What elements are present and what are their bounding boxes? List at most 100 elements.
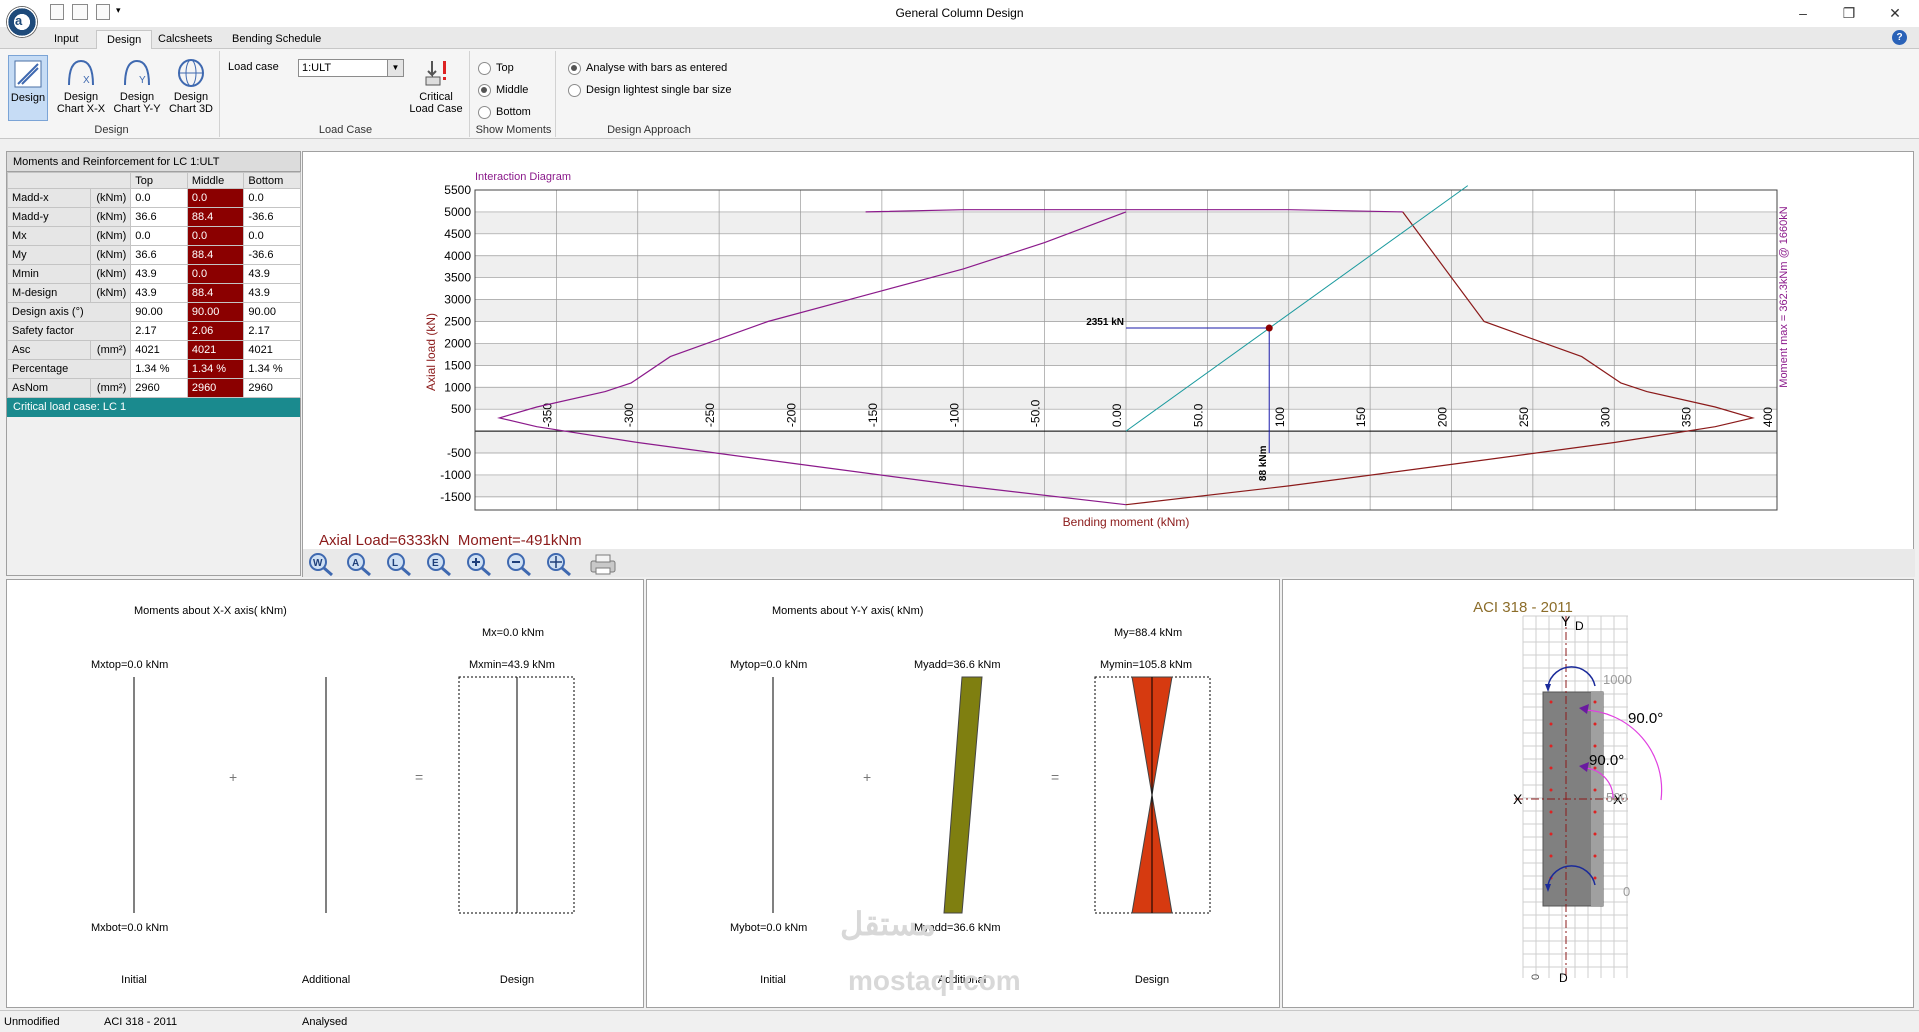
print-icon[interactable] bbox=[587, 552, 619, 576]
minimize-icon[interactable]: – bbox=[1788, 2, 1818, 24]
svg-text:L: L bbox=[392, 558, 398, 569]
svg-text:A: A bbox=[352, 558, 359, 569]
design-button[interactable]: Design bbox=[8, 55, 48, 121]
design-chart-yy-button[interactable]: Y Design Chart Y-Y bbox=[110, 55, 164, 121]
rebar-dot bbox=[1549, 832, 1553, 836]
table-header-row: Top Middle Bottom bbox=[6, 172, 301, 189]
x-tick-label: -150 bbox=[866, 403, 880, 427]
tab-design[interactable]: Design bbox=[96, 30, 153, 49]
restore-icon[interactable]: ❐ bbox=[1834, 2, 1864, 24]
design-approach-group: Analyse with bars as entered Design ligh… bbox=[558, 51, 740, 137]
chart-3d-icon bbox=[178, 59, 204, 87]
critical-load-case-row[interactable]: Critical load case: LC 1 bbox=[7, 398, 300, 417]
pan-icon[interactable] bbox=[545, 552, 573, 576]
rebar-dot bbox=[1593, 832, 1597, 836]
chart-yy-icon: Y bbox=[124, 59, 150, 86]
title-bar: a ▾ General Column Design – ❐ ✕ bbox=[0, 0, 1919, 38]
load-case-group: Load case 1:ULT ▼ Critical Load Case Loa… bbox=[222, 51, 470, 137]
y-tick-label: 1500 bbox=[444, 358, 471, 372]
section-panel: ACI 318 - 2011 Y D X X 1000 500 0 0 D 90… bbox=[1282, 579, 1914, 1008]
status-modified: Unmodified bbox=[4, 1016, 60, 1028]
help-icon[interactable]: ? bbox=[1892, 30, 1907, 45]
table-row: My (kNm) 36.6 88.4 -36.6 bbox=[7, 245, 301, 265]
chevron-down-icon[interactable]: ▼ bbox=[387, 60, 403, 76]
y-tick-label: 4000 bbox=[444, 249, 471, 263]
radio-analyse-bars[interactable]: Analyse with bars as entered bbox=[568, 61, 727, 75]
interaction-diagram[interactable]: Interaction Diagram -350 -300 -250 -200 -150… bbox=[303, 152, 1915, 532]
y-tick-label: 3000 bbox=[444, 293, 471, 307]
x-tick-label: 150 bbox=[1354, 407, 1368, 427]
header-middle: Middle bbox=[186, 172, 245, 189]
svg-text:X: X bbox=[83, 75, 90, 86]
yy-initial-top: Mytop=0.0 kNm bbox=[730, 659, 807, 671]
yy-additional-shape bbox=[943, 676, 983, 914]
design-point-y-label: 2351 kN bbox=[1086, 317, 1124, 328]
zoom-axial-icon[interactable]: A bbox=[345, 552, 373, 576]
x-tick-label: -350 bbox=[540, 403, 554, 427]
table-row: Mmin (kNm) 43.9 0.0 43.9 bbox=[7, 264, 301, 284]
header-bottom: Bottom bbox=[243, 172, 301, 189]
zoom-load-icon[interactable]: L bbox=[385, 552, 413, 576]
x-tick-label: -200 bbox=[785, 403, 799, 427]
xx-initial-top: Mxtop=0.0 kNm bbox=[91, 659, 168, 671]
zoom-width-icon[interactable]: W bbox=[307, 552, 335, 576]
tab-calcsheets[interactable]: Calcsheets bbox=[148, 30, 222, 49]
rebar-dot bbox=[1593, 722, 1597, 726]
x-tick-label: 400 bbox=[1761, 407, 1775, 427]
y-tick-label: 3500 bbox=[444, 271, 471, 285]
radio-top[interactable]: Top bbox=[478, 61, 514, 75]
rebar-dot bbox=[1549, 788, 1553, 792]
zoom-in-icon[interactable] bbox=[465, 552, 493, 576]
design-point-x-label: 88 kNm bbox=[1258, 445, 1269, 481]
svg-text:Y: Y bbox=[139, 75, 146, 86]
xx-label-initial: Initial bbox=[121, 974, 147, 986]
yy-design-min: Mymin=105.8 kNm bbox=[1100, 659, 1192, 671]
table-row: Mx (kNm) 0.0 0.0 0.0 bbox=[7, 226, 301, 246]
app-logo-icon[interactable]: a bbox=[6, 6, 38, 38]
column-section-diagram[interactable]: ACI 318 - 2011 Y D X X 1000 500 0 0 D 90… bbox=[1283, 580, 1913, 1007]
rebar-dot bbox=[1593, 700, 1597, 704]
section-code-label: ACI 318 - 2011 bbox=[1473, 599, 1573, 616]
tab-input[interactable]: Input bbox=[44, 30, 88, 49]
design-chart-3d-button[interactable]: Design Chart 3D bbox=[164, 55, 218, 121]
radio-middle[interactable]: Middle bbox=[478, 83, 528, 97]
axial-load-readout: Axial Load=6333kN Moment=-491kNm bbox=[319, 532, 582, 549]
yy-label-design: Design bbox=[1135, 974, 1169, 986]
yy-design-top: My=88.4 kNm bbox=[1114, 627, 1182, 639]
design-group: Design X Design Chart X-X Y Design Chart… bbox=[4, 51, 220, 137]
design-chart-xx-button[interactable]: X Design Chart X-X bbox=[54, 55, 108, 121]
critical-load-case-button[interactable]: Critical Load Case bbox=[408, 55, 464, 121]
chart-xx-icon: X bbox=[68, 59, 94, 86]
x-tick-label: 300 bbox=[1598, 407, 1612, 427]
status-result: Analysed bbox=[302, 1016, 348, 1028]
radio-bottom[interactable]: Bottom bbox=[478, 105, 531, 119]
y-tick-label: 1000 bbox=[444, 380, 471, 394]
radio-design-lightest[interactable]: Design lightest single bar size bbox=[568, 83, 732, 97]
moments-xx-diagram: Moments about X-X axis( kNm) Mxtop=0.0 k… bbox=[91, 605, 575, 986]
moments-yy-panel: Moments about Y-Y axis( kNm) Mytop=0.0 k… bbox=[646, 579, 1280, 1008]
bottom-marker: D bbox=[1559, 971, 1568, 985]
rebar-dot bbox=[1549, 700, 1553, 704]
critical-load-case-icon bbox=[425, 61, 446, 86]
zoom-extents-icon[interactable]: E bbox=[425, 552, 453, 576]
moments-yy-diagram: Moments about Y-Y axis( kNm) Mytop=0.0 k… bbox=[730, 605, 1211, 986]
equals-sign: = bbox=[415, 769, 423, 785]
dim-0-vertical: 0 bbox=[1530, 974, 1542, 980]
dim-1000: 1000 bbox=[1603, 672, 1632, 687]
load-case-select[interactable]: 1:ULT ▼ bbox=[298, 59, 404, 77]
plus-sign: + bbox=[863, 769, 871, 785]
x-tick-label: -50.0 bbox=[1029, 399, 1043, 427]
x-tick-label: 200 bbox=[1436, 407, 1450, 427]
tab-bending-schedule[interactable]: Bending Schedule bbox=[222, 30, 331, 49]
y-axis-label: Y bbox=[1561, 613, 1571, 629]
zoom-out-icon[interactable] bbox=[505, 552, 533, 576]
ribbon: Design X Design Chart X-X Y Design Chart… bbox=[0, 49, 1919, 139]
xx-title: Moments about X-X axis( kNm) bbox=[134, 605, 287, 617]
y-tick-label: 2500 bbox=[444, 315, 471, 329]
x-tick-label: 250 bbox=[1517, 407, 1531, 427]
x-tick-label: -250 bbox=[703, 403, 717, 427]
close-icon[interactable]: ✕ bbox=[1880, 2, 1910, 24]
show-moments-group: Top Middle Bottom Show Moments bbox=[472, 51, 556, 137]
angle-outer-label: 90.0° bbox=[1628, 710, 1663, 727]
moments-panel: Moments and Reinforcement for LC 1:ULT T… bbox=[6, 151, 301, 576]
